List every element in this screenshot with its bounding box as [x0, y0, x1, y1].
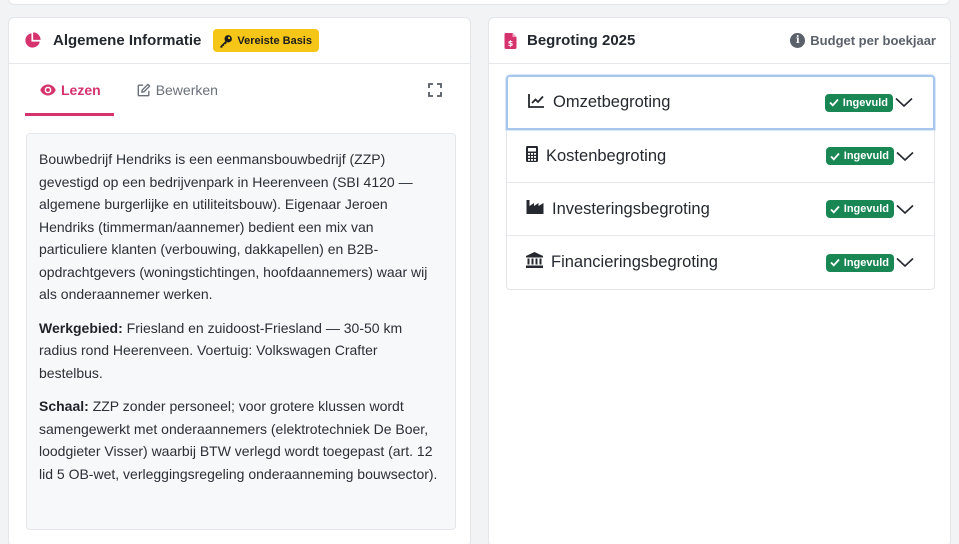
status-label: Ingevuld [842, 96, 888, 109]
status-badge: Ingevuld [824, 93, 893, 112]
status-label: Ingevuld [843, 150, 889, 162]
general-info-card: Algemene Informatie Vereiste Basis Lezen [8, 17, 471, 544]
general-info-header: Algemene Informatie Vereiste Basis [9, 18, 470, 64]
status-badge: Ingevuld [825, 253, 894, 272]
svg-text:$: $ [508, 39, 514, 48]
tab-read-label: Lezen [61, 82, 101, 98]
status-badge: Ingevuld [825, 200, 894, 218]
budget-note: i Budget per boekjaar [790, 33, 936, 48]
chart-line-icon [528, 93, 545, 113]
edit-icon [137, 83, 151, 97]
industry-icon [526, 199, 544, 219]
previous-card-bottom [8, 0, 950, 5]
chevron-down-icon[interactable] [896, 151, 914, 162]
key-icon [220, 34, 233, 48]
bank-icon [526, 252, 543, 273]
accordion-label: Omzetbegroting [553, 93, 671, 111]
tab-edit[interactable]: Bewerken [114, 64, 218, 116]
chevron-down-icon[interactable] [896, 257, 914, 268]
schaal-paragraph: Schaal: ZZP zonder personeel; voor grote… [39, 395, 443, 485]
accordion-label: Investeringsbegroting [552, 199, 710, 218]
werkgebied-label: Werkgebied: [39, 319, 123, 336]
intro-paragraph: Bouwbedrijf Hendriks is een eenmansbouwb… [39, 151, 428, 302]
budget-header: $ Begroting 2025 i Budget per boekjaar [489, 18, 950, 64]
check-icon [829, 98, 839, 107]
general-info-title: Algemene Informatie [53, 32, 202, 49]
tab-read[interactable]: Lezen [25, 64, 114, 116]
budget-title: Begroting 2025 [527, 32, 636, 49]
check-icon [830, 258, 840, 267]
pie-chart-icon [24, 32, 41, 49]
accordion-item-kosten[interactable]: Kostenbegroting Ingevuld [507, 130, 934, 183]
accordion-item-financiering[interactable]: Financieringsbegroting Ingevuld [507, 236, 934, 289]
check-icon [830, 152, 840, 161]
budget-note-label: Budget per boekjaar [810, 33, 936, 48]
eye-icon [40, 84, 56, 96]
status-label: Ingevuld [843, 256, 889, 269]
invoice-icon: $ [504, 32, 517, 49]
calculator-icon [526, 145, 538, 167]
info-icon: i [790, 33, 806, 48]
general-info-content: Bouwbedrijf Hendriks is een eenmansbouwb… [26, 133, 456, 530]
chevron-down-icon[interactable] [895, 97, 913, 108]
accordion-item-omzet[interactable]: Omzetbegroting Ingevuld [506, 75, 935, 130]
schaal-label: Schaal: [39, 398, 89, 414]
budget-card: $ Begroting 2025 i Budget per boekjaar O… [488, 17, 951, 544]
werkgebied-paragraph: Werkgebied: Friesland en zuidoost-Friesl… [39, 317, 443, 385]
accordion-label: Financieringsbegroting [551, 253, 718, 271]
view-tabs: Lezen Bewerken [25, 64, 454, 116]
schaal-text: ZZP zonder personeel; voor grotere kluss… [39, 398, 438, 482]
chevron-down-icon[interactable] [896, 204, 914, 215]
budget-accordion: Omzetbegroting Ingevuld Kostenbegroting … [506, 75, 935, 290]
accordion-label: Kostenbegroting [546, 146, 667, 165]
required-basis-label: Vereiste Basis [237, 34, 312, 47]
check-icon [830, 205, 840, 214]
tab-edit-label: Bewerken [155, 82, 218, 98]
accordion-item-investering[interactable]: Investeringsbegroting Ingevuld [507, 183, 934, 236]
status-badge: Ingevuld [825, 147, 894, 165]
fullscreen-icon[interactable] [428, 83, 442, 102]
status-label: Ingevuld [843, 203, 889, 215]
required-basis-badge: Vereiste Basis [213, 29, 319, 52]
